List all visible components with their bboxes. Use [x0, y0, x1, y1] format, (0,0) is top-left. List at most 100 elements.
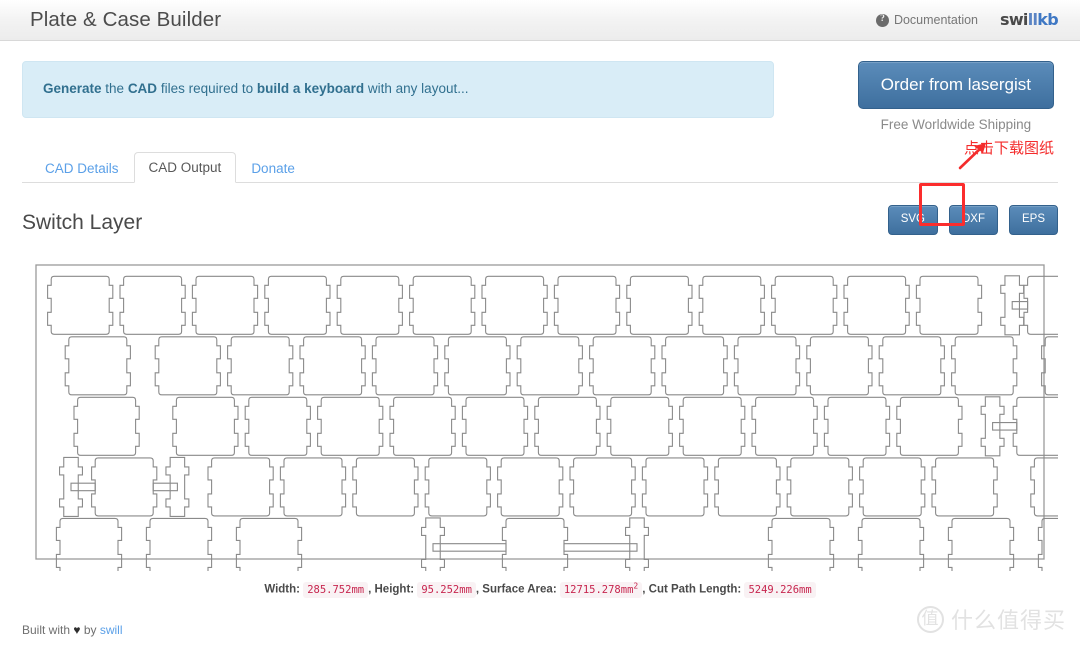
annotation-arrow-icon [958, 143, 986, 170]
order-from-lasergist-button[interactable]: Order from lasergist [857, 61, 1054, 109]
stabilizer-connector [563, 543, 638, 552]
plate-stats: Width: 285.752mm, Height: 95.252mm, Surf… [22, 581, 1058, 598]
switch-cutout [859, 457, 926, 517]
switch-cutout [771, 275, 838, 335]
stat-sep-2: , [475, 583, 480, 596]
switch-cutout [606, 396, 673, 456]
order-block: Order from lasergist Free Worldwide Ship… [857, 61, 1058, 132]
switch-cutout [878, 336, 945, 396]
download-dxf-button[interactable]: DXF [948, 205, 998, 235]
intro-row: Generate the CAD files required to build… [22, 41, 1058, 132]
footer-credit: Built with ♥ by swill [22, 623, 123, 637]
switch-cutout [481, 275, 548, 335]
switch-cutout [751, 396, 818, 456]
switch-cutout [279, 457, 347, 517]
switch-cutout [64, 336, 131, 396]
switch-cutout [786, 457, 853, 517]
stabilizer-connector [432, 543, 507, 552]
tab-bar: CAD Details CAD Output Donate [22, 150, 1058, 183]
switch-cutout [553, 275, 621, 335]
footer-text-mid: by [80, 623, 100, 637]
switch-cutout [227, 336, 294, 396]
switch-cutout [299, 336, 366, 396]
switch-cutout [857, 517, 925, 571]
page-title: Plate & Case Builder [30, 7, 222, 31]
alert-bold-build: build a keyboard [256, 81, 365, 96]
stabilizer-connector [152, 482, 178, 492]
switch-cutout [497, 457, 564, 517]
stat-height-label: Height: [374, 583, 415, 596]
switch-cutout [235, 517, 303, 571]
switch-cutout [806, 336, 873, 396]
switch-cutout [47, 275, 114, 335]
switch-cutout [896, 396, 963, 456]
stat-cutpath-label: Cut Path Length: [648, 583, 742, 596]
switch-cutout [767, 517, 835, 571]
switch-cutout [501, 517, 569, 571]
top-navbar: Plate & Case Builder ? Documentation swi… [0, 0, 1080, 41]
switch-cutout [534, 396, 601, 456]
documentation-link[interactable]: ? Documentation [875, 13, 978, 27]
output-section-header: Switch Layer SVG DXF EPS [22, 205, 1058, 245]
switch-cutout [516, 336, 583, 396]
stat-sep-1: , [368, 583, 372, 596]
switch-cutout [336, 275, 403, 335]
watermark-logo-icon: 值 [916, 605, 944, 633]
alert-bold-cad: CAD [127, 81, 158, 96]
free-shipping-note: Free Worldwide Shipping [880, 117, 1032, 132]
format-button-group: SVG DXF EPS [887, 205, 1058, 235]
switch-cutout [1012, 396, 1058, 456]
swillkb-logo[interactable]: swillkb [1000, 10, 1059, 29]
alert-text-3: with any layout... [364, 81, 469, 96]
switch-cutout [698, 275, 765, 335]
switch-cutout [73, 396, 140, 456]
alert-bold-generate: Generate [43, 81, 102, 96]
switch-cutout [843, 275, 910, 335]
switch-cutout [661, 336, 728, 396]
stat-cutpath-value: 5249.226mm [744, 581, 816, 598]
site-watermark: 值 什么值得买 [916, 603, 1066, 635]
switch-cutout [915, 275, 983, 335]
switch-cutout [172, 396, 239, 456]
switch-cutout [244, 396, 311, 456]
alert-text-1: the [101, 81, 128, 96]
question-circle-icon: ? [875, 13, 889, 27]
switch-cutout [733, 336, 801, 396]
switch-cutout [207, 457, 274, 517]
switch-plate-preview [22, 253, 1058, 571]
download-eps-button[interactable]: EPS [1008, 205, 1058, 235]
switch-cutout [444, 336, 511, 396]
footer-author-link[interactable]: swill [100, 623, 123, 637]
switch-cutout [389, 396, 456, 456]
alert-text-2: files required to [157, 81, 257, 96]
stabilizer-connector [70, 482, 96, 492]
logo-part-ll: ll [1027, 10, 1038, 29]
intro-alert: Generate the CAD files required to build… [22, 61, 774, 118]
switch-cutout [626, 275, 693, 335]
plate-outline [35, 264, 1045, 560]
stat-width-value: 285.752mm [303, 581, 369, 598]
stat-sep-3: , [642, 583, 646, 596]
switch-cutout [823, 396, 891, 456]
logo-part-swi: swi [1000, 10, 1028, 29]
switch-cutout [461, 396, 529, 456]
download-svg-button[interactable]: SVG [887, 205, 938, 235]
switch-cutout [931, 457, 998, 517]
stabilizer-connector [992, 422, 1018, 431]
switch-cutout [119, 275, 186, 335]
switch-cutout [1023, 275, 1058, 335]
stat-area-value: 12715.278mm2 [559, 581, 643, 598]
tab-cad-details[interactable]: CAD Details [30, 153, 134, 184]
switch-cutout [424, 457, 491, 517]
stat-area-exponent: 2 [633, 581, 639, 590]
stat-height-value: 95.252mm [417, 581, 476, 598]
app-root: Plate & Case Builder ? Documentation swi… [0, 0, 1080, 647]
navbar-right-group: ? Documentation swillkb [875, 10, 1059, 29]
switch-cutout [947, 517, 1015, 571]
switch-cutout [1037, 517, 1058, 571]
switch-cutout [55, 517, 123, 571]
tab-donate[interactable]: Donate [236, 153, 310, 184]
footer-text-pre: Built with [22, 623, 74, 637]
stat-area-label: Surface Area: [482, 583, 557, 596]
tab-cad-output[interactable]: CAD Output [133, 151, 237, 183]
